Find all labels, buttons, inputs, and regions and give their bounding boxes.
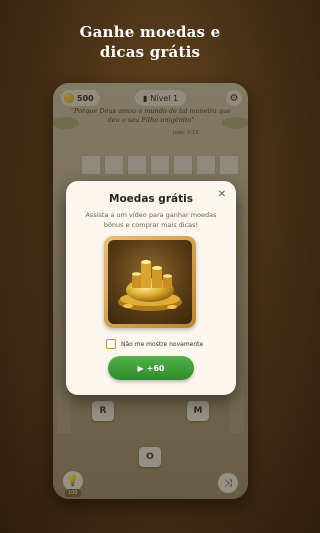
reward-image-frame xyxy=(104,236,196,328)
dont-show-again-row[interactable]: Não me mostre novamente xyxy=(106,339,203,349)
dialog-description: Assista a um vídeo para ganhar moedas bô… xyxy=(85,211,217,229)
dialog-title: Moedas grátis xyxy=(109,193,193,205)
close-button[interactable]: ✕ xyxy=(216,188,228,200)
close-icon: ✕ xyxy=(217,188,227,200)
gold-coins-illustration xyxy=(118,260,182,311)
watch-video-button[interactable]: ▶ +60 xyxy=(108,356,194,380)
play-icon: ▶ xyxy=(137,363,144,373)
promo-headline-line1: Ganhe moedas e xyxy=(79,23,221,41)
dont-show-again-checkbox[interactable] xyxy=(106,339,116,349)
watch-video-reward: +60 xyxy=(146,363,165,373)
dont-show-again-label: Não me mostre novamente xyxy=(121,340,204,348)
promo-headline: Ganhe moedas e dicas grátis xyxy=(0,22,300,62)
promo-headline-line2: dicas grátis xyxy=(99,43,201,61)
free-coins-dialog: Moedas grátis ✕ Assista a um vídeo para … xyxy=(66,181,236,395)
gold-coins-bowl-image xyxy=(108,240,192,324)
